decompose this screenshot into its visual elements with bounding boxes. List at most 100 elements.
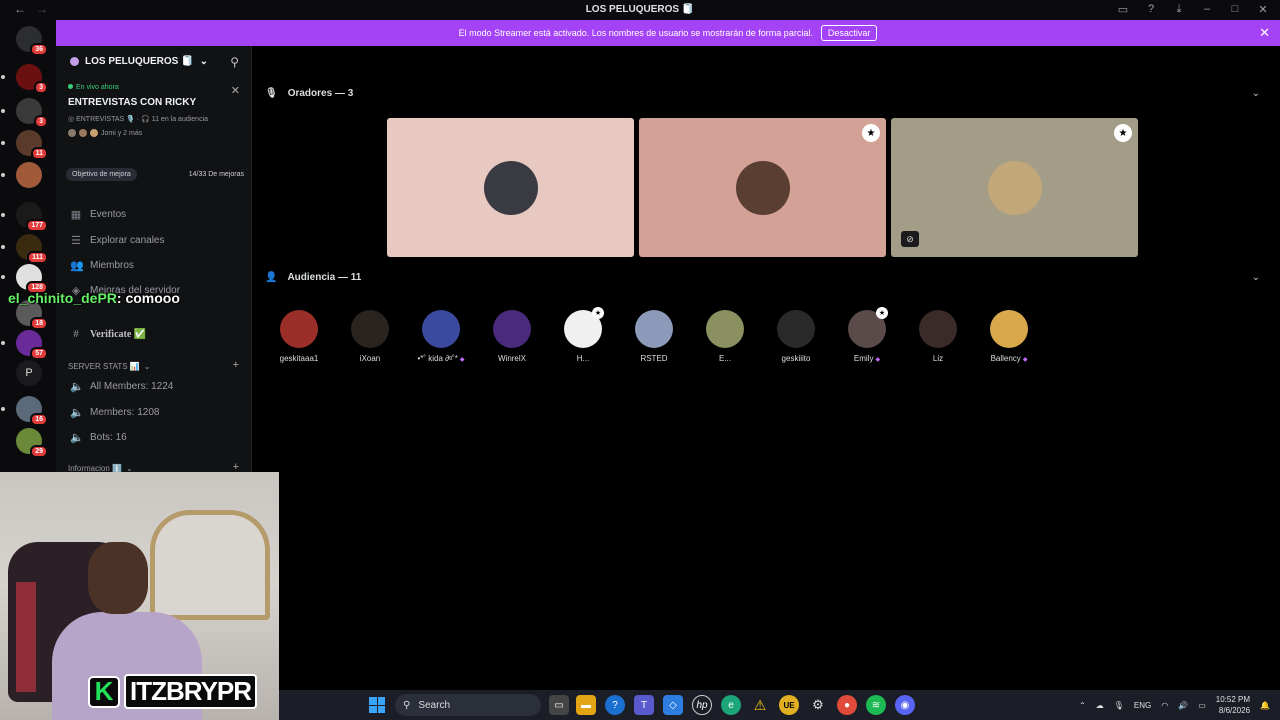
add-channel-icon[interactable]: +: [233, 359, 239, 371]
streamer-head: [88, 542, 148, 614]
help-icon[interactable]: ?: [1144, 3, 1158, 16]
audience-member[interactable]: geskitaaa1: [269, 310, 329, 363]
server-header[interactable]: LOS PELUQUEROS 🧻 ⌄: [70, 56, 208, 67]
server-icon[interactable]: 11: [1, 130, 48, 160]
copilot-icon[interactable]: ◇: [663, 695, 683, 715]
streamer-mode-banner: El modo Streamer está activado. Los nomb…: [56, 20, 1280, 46]
speakers-header[interactable]: 🎙 Oradores — 3: [265, 88, 353, 99]
spotify-icon[interactable]: ≋: [866, 695, 886, 715]
settings-gear-icon[interactable]: ⚙: [808, 695, 828, 715]
avatar: [90, 129, 98, 137]
onedrive-icon[interactable]: ☁: [1096, 701, 1104, 710]
server-icon[interactable]: 16: [1, 396, 48, 426]
audience-member[interactable]: •*˚ kida ∂ᵍ˚* ◆: [411, 310, 471, 363]
close-window-icon[interactable]: ✕: [1256, 3, 1270, 16]
nav-members[interactable]: 👥 Miembros: [70, 259, 134, 272]
server-icon-p[interactable]: P: [16, 360, 42, 386]
audience-member[interactable]: iXoan: [340, 310, 400, 363]
people-icon: 👤: [265, 272, 278, 283]
speaker-icon: 🔈: [70, 432, 84, 444]
audience-header[interactable]: 👤 Audiencia — 11: [265, 272, 361, 283]
audience-member[interactable]: ★ H...: [553, 307, 613, 363]
live-stage-card[interactable]: En vivo ahora ENTREVISTAS CON RICKY ◎ EN…: [68, 84, 240, 137]
speaker-tile[interactable]: ★: [639, 118, 886, 257]
invite-people-icon[interactable]: ⚲: [230, 55, 239, 69]
maximize-icon[interactable]: □: [1228, 3, 1242, 16]
battery-icon[interactable]: ▭: [1198, 701, 1206, 710]
speaker-icon: 🔈: [70, 381, 84, 393]
clock[interactable]: 10:52 PM 8/6/2026: [1216, 694, 1250, 716]
audience-member[interactable]: RSTED: [624, 310, 684, 363]
channel-sidebar: LOS PELUQUEROS 🧻 ⌄ ⚲ En vivo ahora ENTRE…: [56, 46, 252, 473]
file-explorer-icon[interactable]: ▬: [576, 695, 596, 715]
category-server-stats[interactable]: SERVER STATS 📊 ⌄: [68, 362, 150, 371]
audience-member-name: •*˚ kida ∂ᵍ˚* ◆: [417, 354, 465, 363]
windows-start-icon[interactable]: [369, 697, 385, 713]
collapse-speakers-icon[interactable]: ⌄: [1252, 88, 1260, 99]
live-stage-title: ENTREVISTAS CON RICKY: [68, 97, 197, 108]
chrome-icon[interactable]: ●: [837, 695, 857, 715]
minimize-icon[interactable]: –: [1200, 3, 1214, 16]
hp-icon[interactable]: hp: [692, 695, 712, 715]
server-icon[interactable]: 3: [1, 64, 48, 94]
server-icon[interactable]: 177: [1, 202, 48, 232]
close-icon[interactable]: ✕: [231, 84, 240, 97]
speaker-tile[interactable]: [387, 118, 634, 257]
download-icon[interactable]: ⤓: [1172, 3, 1186, 16]
ue-app-icon[interactable]: UE: [779, 695, 799, 715]
background-mirror: [150, 510, 270, 620]
avatar: [736, 161, 790, 215]
task-view-icon[interactable]: ▭: [549, 695, 569, 715]
search-icon: ⚲: [403, 699, 411, 711]
server-icon[interactable]: 3: [1, 98, 48, 128]
chevron-up-icon[interactable]: ⌃: [1079, 701, 1086, 710]
audience-member[interactable]: E...: [695, 310, 755, 363]
boost-progress: 14/33 De mejoras: [188, 170, 244, 178]
server-icon[interactable]: 111: [1, 234, 48, 264]
direct-messages-icon[interactable]: 36: [16, 26, 48, 56]
channel-verificate[interactable]: # Verificate ✅: [70, 328, 146, 340]
inbox-icon[interactable]: ▭: [1116, 3, 1130, 16]
language-indicator[interactable]: ENG: [1134, 701, 1151, 710]
taskbar-search[interactable]: ⚲ Search: [395, 694, 541, 716]
teams-icon[interactable]: T: [634, 695, 654, 715]
taskbar: ⚲ Search ▭ ▬ ? T ◇ hp e ⚠ UE ⚙ ● ≋ ◉ ⌃ ☁ …: [279, 690, 1280, 720]
audience-member[interactable]: Ballency ◆: [979, 310, 1039, 363]
boost-goal[interactable]: Objetivo de mejora 14/33 De mejoras: [66, 166, 244, 182]
avatar: [988, 161, 1042, 215]
audience-member[interactable]: geskiiito: [766, 310, 826, 363]
stat-all-members[interactable]: 🔈 All Members: 1224: [70, 380, 173, 393]
nav-browse-channels[interactable]: ☰ Explorar canales: [70, 234, 164, 247]
microphone-tray-icon[interactable]: 🎙: [1114, 701, 1124, 710]
avatar: [990, 310, 1028, 348]
moderator-star-icon: ★: [592, 307, 604, 319]
audience-member[interactable]: Liz: [908, 310, 968, 363]
deactivate-button[interactable]: Desactivar: [820, 25, 878, 41]
wifi-icon[interactable]: ◠: [1161, 701, 1168, 710]
speaker-tile[interactable]: ★ ⊘: [891, 118, 1138, 257]
stat-bots[interactable]: 🔈 Bots: 16: [70, 431, 127, 444]
collapse-audience-icon[interactable]: ⌄: [1252, 272, 1260, 283]
boost-badge-icon: ◆: [1022, 357, 1028, 363]
server-icon[interactable]: 128: [1, 264, 48, 294]
audience-member[interactable]: ★ Emily ◆: [837, 307, 897, 363]
server-icon[interactable]: 57: [1, 330, 48, 360]
server-name: LOS PELUQUEROS 🧻: [85, 56, 194, 67]
server-icon-active[interactable]: 29: [16, 428, 48, 458]
volume-icon[interactable]: 🔊: [1178, 701, 1188, 710]
warning-app-icon[interactable]: ⚠: [750, 695, 770, 715]
help-app-icon[interactable]: ?: [605, 695, 625, 715]
audience-member-name: E...: [718, 354, 731, 363]
audience-member[interactable]: WinrelX: [482, 310, 542, 363]
live-now-tag: En vivo ahora: [68, 84, 240, 91]
microphone-icon: 🎙: [265, 88, 278, 99]
server-icon[interactable]: [1, 162, 42, 188]
notifications-bell-icon[interactable]: 🔔: [1260, 701, 1270, 710]
nav-events[interactable]: ▦ Eventos: [70, 208, 126, 221]
discord-icon[interactable]: ◉: [895, 695, 915, 715]
close-banner-icon[interactable]: ✕: [1259, 25, 1270, 41]
stat-members[interactable]: 🔈 Members: 1208: [70, 406, 159, 419]
edge-icon[interactable]: e: [721, 695, 741, 715]
audience-member-name: H...: [576, 354, 590, 363]
audience-member-name: Liz: [932, 354, 944, 363]
